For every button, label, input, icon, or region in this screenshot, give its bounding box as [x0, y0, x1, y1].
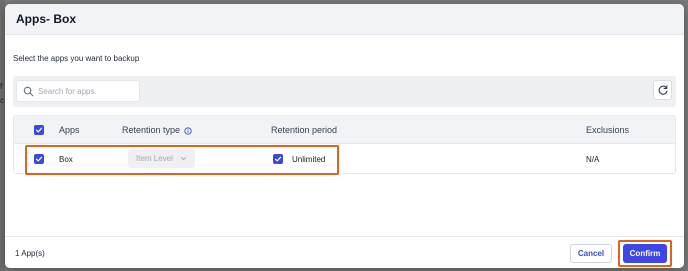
table-header: Apps Retention type Retention period Exc…	[14, 116, 675, 144]
refresh-icon	[658, 85, 668, 95]
instruction-text: Select the apps you want to backup	[13, 54, 140, 63]
apps-modal: Apps- Box Select the apps you want to ba…	[5, 4, 684, 268]
row-highlight-annotation	[25, 145, 339, 175]
background-text: f	[0, 82, 3, 91]
search-box[interactable]	[16, 80, 140, 102]
confirm-button[interactable]: Confirm	[623, 244, 667, 263]
info-icon[interactable]	[184, 127, 192, 135]
refresh-button[interactable]	[653, 80, 672, 100]
search-icon	[23, 86, 34, 97]
modal-header: Apps- Box	[5, 4, 684, 35]
modal-title: Apps- Box	[16, 12, 76, 26]
cancel-button[interactable]: Cancel	[570, 244, 612, 263]
background-text: c	[0, 96, 4, 105]
column-header-apps[interactable]: Apps	[59, 125, 80, 135]
search-toolbar	[13, 76, 676, 107]
check-icon	[35, 127, 43, 133]
search-input[interactable]	[38, 85, 134, 97]
exclusions-value: N/A	[586, 155, 600, 164]
selected-app-count: 1 App(s)	[15, 249, 45, 258]
column-header-retention-type[interactable]: Retention type	[122, 125, 180, 135]
column-header-exclusions[interactable]: Exclusions	[586, 125, 629, 135]
select-all-checkbox[interactable]	[34, 125, 44, 135]
modal-footer: 1 App(s) Cancel Confirm	[5, 236, 684, 268]
column-header-retention-period[interactable]: Retention period	[271, 125, 337, 135]
